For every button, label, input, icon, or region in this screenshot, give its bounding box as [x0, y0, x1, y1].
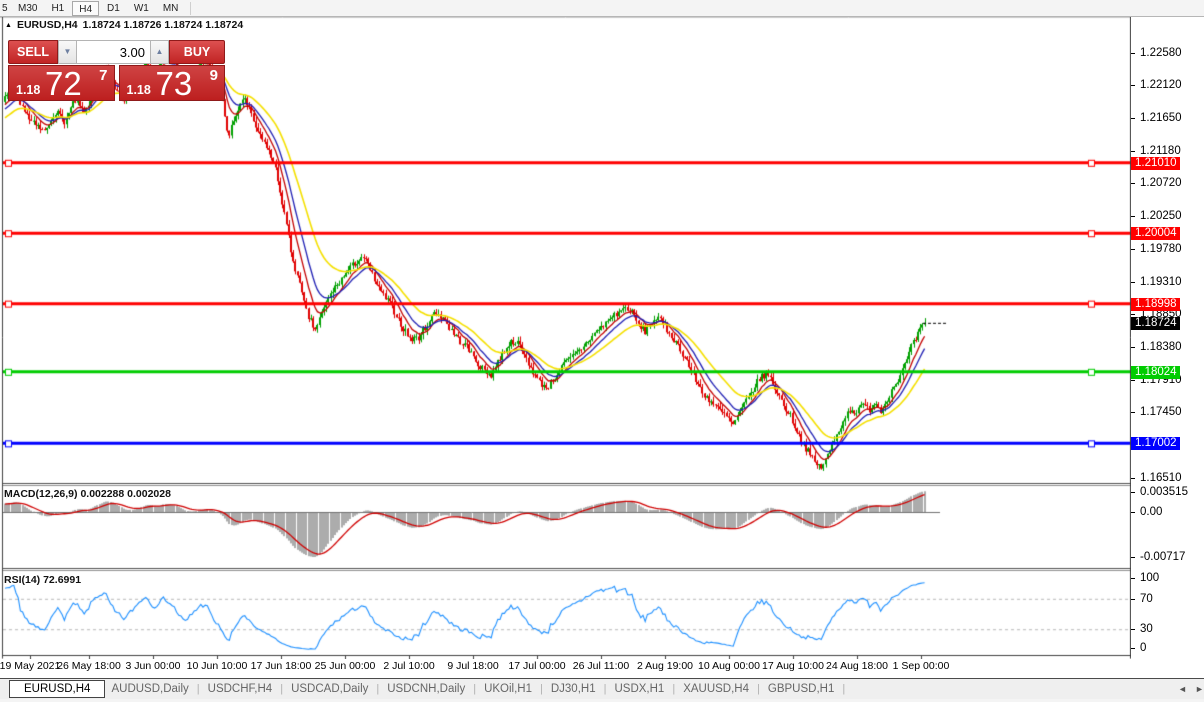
time-axis[interactable]: 19 May 2021 26 May 18:00 3 Jun 00:00 10 Jun…	[0, 660, 1131, 673]
price-scale-tick: 1.22120	[1131, 79, 1182, 92]
tab-audusd-daily[interactable]: AUDUSD,Daily	[105, 681, 194, 697]
macd-indicator-label: MACD(12,26,9) 0.002288 0.002028	[4, 488, 171, 500]
rsi-scale-label: 100	[1131, 572, 1159, 585]
time-axis-label: 1 Sep 00:00	[892, 660, 950, 672]
sell-price-big: 72	[45, 65, 82, 102]
timeframe-button-d1[interactable]: D1	[101, 1, 126, 16]
tab-separator: |	[672, 683, 676, 695]
volume-input[interactable]	[77, 40, 150, 64]
tab-dj30-h1[interactable]: DJ30,H1	[545, 681, 602, 697]
tab-eurusd-h4[interactable]: EURUSD,H4	[9, 679, 106, 698]
price-scale[interactable]: 1.22580 1.22120 1.21650 1.21180 1.20720 1.202…	[1131, 17, 1204, 659]
price-scale-tick: 1.19310	[1131, 276, 1182, 289]
tab-separator: |	[757, 683, 760, 695]
timeframe-button-m30[interactable]: M30	[12, 1, 43, 16]
one-click-trading-panel: SELL ▼ ▲ BUY 1.18 72 7 1.18 73 9	[8, 40, 225, 102]
tab-ukoil-h1[interactable]: UKOil,H1	[478, 681, 538, 697]
current-price-label: 1.18724	[1131, 316, 1180, 330]
volume-increase-button[interactable]: ▲	[150, 40, 169, 64]
tab-scroll-right-icon[interactable]: ►	[1195, 684, 1204, 694]
tab-gbpusd-h1[interactable]: GBPUSD,H1	[762, 681, 840, 697]
timeframe-button-h4[interactable]: H4	[72, 0, 100, 16]
tab-separator: |	[842, 683, 846, 695]
price-scale-tick: 1.17450	[1131, 406, 1182, 419]
buy-price-panel[interactable]: 1.18 73 9	[118, 65, 225, 102]
tab-usdx-h1[interactable]: USDX,H1	[608, 681, 670, 697]
macd-scale-label: 0.003515	[1131, 486, 1188, 499]
hline-price-label: 1.21010	[1131, 156, 1180, 170]
sell-price-panel[interactable]: 1.18 72 7	[8, 65, 115, 102]
timeframe-button-h1[interactable]: H1	[45, 1, 70, 16]
buy-price-small: 1.18	[126, 83, 151, 97]
tab-separator: |	[603, 683, 607, 695]
volume-decrease-button[interactable]: ▼	[58, 40, 77, 64]
price-scale-tick: 1.21650	[1131, 112, 1182, 125]
tab-separator: |	[280, 683, 284, 695]
tab-separator: |	[376, 683, 380, 695]
buy-price-sup: 9	[209, 67, 218, 84]
ohlc-values: 1.18724 1.18726 1.18724 1.18724	[82, 19, 244, 31]
hline-price-label: 1.18998	[1131, 297, 1180, 311]
timeframe-toolbar: 5 M30 H1 H4 D1 W1 MN	[0, 0, 1204, 17]
tab-separator: |	[540, 683, 543, 695]
sell-button[interactable]: SELL	[8, 40, 58, 64]
buy-button[interactable]: BUY	[169, 40, 225, 64]
sell-price-sup: 7	[99, 67, 108, 84]
hline-price-label: 1.20004	[1131, 227, 1180, 241]
chart-tabs: EURUSD,H4 AUDUSD,Daily | USDCHF,H4 | USDCAD,D…	[0, 678, 1204, 699]
price-scale-tick: 1.19780	[1131, 243, 1182, 256]
rsi-indicator-label: RSI(14) 72.6991	[4, 574, 82, 586]
timeframe-button-mn[interactable]: MN	[157, 1, 185, 16]
tab-usdcad-daily[interactable]: USDCAD,Daily	[285, 681, 374, 697]
buy-price-big: 73	[155, 65, 193, 102]
price-scale-tick: 1.20720	[1131, 177, 1182, 190]
tab-separator: |	[473, 683, 477, 695]
tab-scroll-left-icon[interactable]: ◄	[1178, 684, 1187, 694]
hline-price-label: 1.17002	[1131, 437, 1180, 451]
price-scale-tick: 1.16510	[1131, 472, 1182, 485]
collapse-triangle-icon[interactable]: ▲	[5, 22, 12, 29]
timeframe-button-w1[interactable]: W1	[128, 1, 155, 16]
tab-separator: |	[196, 683, 200, 695]
tab-usdcnh-daily[interactable]: USDCNH,Daily	[381, 681, 471, 697]
chart-symbol-header: ▲ EURUSD,H4 1.18724 1.18726 1.18724 1.18…	[5, 19, 243, 31]
rsi-scale-label: 30	[1131, 623, 1153, 636]
hline-price-label: 1.18024	[1131, 365, 1180, 379]
price-scale-tick: 1.22580	[1131, 47, 1182, 60]
toolbar-separator	[190, 1, 192, 15]
rsi-scale-label: 0	[1131, 642, 1146, 655]
symbol-title: EURUSD,H4	[16, 19, 78, 31]
tab-usdchf-h4[interactable]: USDCHF,H4	[202, 681, 279, 697]
macd-scale-label: 0.00	[1131, 506, 1162, 519]
rsi-scale-label: 70	[1131, 593, 1153, 606]
timeframe-button-5[interactable]: 5	[0, 1, 10, 16]
price-scale-tick: 1.20250	[1131, 210, 1182, 223]
sell-price-small: 1.18	[16, 83, 41, 97]
macd-scale-label: -0.00717	[1131, 551, 1185, 564]
price-chart-canvas[interactable]	[0, 17, 1131, 659]
tab-xauusd-h4[interactable]: XAUUSD,H4	[677, 681, 755, 697]
trading-terminal: 5 M30 H1 H4 D1 W1 MN ▲ EURUSD,H4 1.18724 1.187…	[0, 0, 1204, 702]
price-scale-tick: 1.18380	[1131, 341, 1182, 354]
